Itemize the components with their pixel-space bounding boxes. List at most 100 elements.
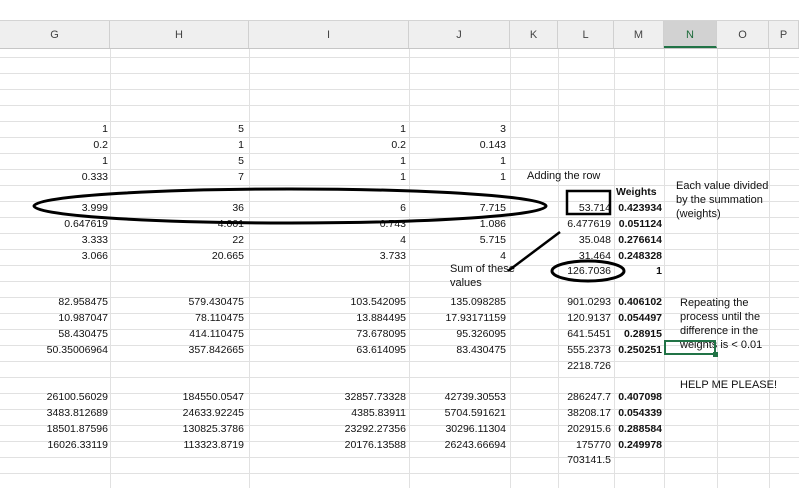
cell[interactable]: 83.430475 (420, 342, 506, 358)
cell[interactable]: 23292.27356 (320, 421, 406, 437)
cell[interactable]: 20176.13588 (320, 437, 406, 453)
cell[interactable]: 0.051124 (612, 216, 662, 232)
cell[interactable]: 6.477619 (560, 216, 611, 232)
col-header-k[interactable]: K (510, 21, 558, 48)
cell[interactable]: 16026.33119 (30, 437, 108, 453)
cell[interactable]: 1 (420, 169, 506, 185)
cell[interactable]: 63.614095 (320, 342, 406, 358)
cell[interactable]: 42739.30553 (420, 389, 506, 405)
cell[interactable]: 20.665 (160, 248, 244, 264)
cell[interactable]: 26100.56029 (30, 389, 108, 405)
cell[interactable]: 30296.11304 (420, 421, 506, 437)
col-header-n[interactable]: N (664, 21, 717, 48)
cell[interactable]: 1 (420, 153, 506, 169)
col-header-j[interactable]: J (409, 21, 510, 48)
col-header-g[interactable]: G (0, 21, 110, 48)
col-header-o[interactable]: O (717, 21, 769, 48)
col-header-l[interactable]: L (558, 21, 614, 48)
sum-cell[interactable]: 703141.5 (560, 452, 611, 468)
cell[interactable]: 0.743 (320, 216, 406, 232)
cell[interactable]: 130825.3786 (160, 421, 244, 437)
cell[interactable]: 120.9137 (560, 310, 611, 326)
cell[interactable]: 95.326095 (420, 326, 506, 342)
cell[interactable]: 26243.66694 (420, 437, 506, 453)
cell[interactable]: 103.542095 (320, 294, 406, 310)
cell[interactable]: 0.248328 (612, 248, 662, 264)
cell[interactable]: 1 (320, 121, 406, 137)
cell[interactable]: 36 (160, 200, 244, 216)
cell[interactable]: 0.143 (420, 137, 506, 153)
cell[interactable]: 1.086 (420, 216, 506, 232)
cell[interactable]: 1 (160, 137, 244, 153)
fill-handle[interactable] (713, 352, 718, 357)
cell[interactable]: 1 (320, 153, 406, 169)
cell[interactable]: 4385.83911 (320, 405, 406, 421)
cell[interactable]: 6 (320, 200, 406, 216)
cell[interactable]: 3.333 (30, 232, 108, 248)
cell[interactable]: 73.678095 (320, 326, 406, 342)
cell[interactable]: 0.406102 (612, 294, 662, 310)
weight-sum-cell[interactable]: 1 (612, 263, 662, 279)
cell[interactable]: 18501.87596 (30, 421, 108, 437)
cell[interactable]: 38208.17 (560, 405, 611, 421)
cell[interactable]: 135.098285 (420, 294, 506, 310)
cell[interactable]: 0.2 (30, 137, 108, 153)
cell[interactable]: 175770 (560, 437, 611, 453)
cell[interactable]: 113323.8719 (160, 437, 244, 453)
cell[interactable]: 3483.812689 (30, 405, 108, 421)
cell[interactable]: 58.430475 (30, 326, 108, 342)
cell[interactable]: 0.249978 (612, 437, 662, 453)
cell[interactable]: 0.276614 (612, 232, 662, 248)
cell[interactable]: 1 (30, 121, 108, 137)
col-header-h[interactable]: H (110, 21, 249, 48)
cell[interactable]: 78.110475 (160, 310, 244, 326)
col-header-i[interactable]: I (249, 21, 409, 48)
cell[interactable]: 5704.591621 (420, 405, 506, 421)
cell[interactable]: 901.0293 (560, 294, 611, 310)
cell[interactable]: 1 (30, 153, 108, 169)
cell[interactable]: 414.110475 (160, 326, 244, 342)
cell[interactable]: 202915.6 (560, 421, 611, 437)
cell[interactable]: 3.066 (30, 248, 108, 264)
cell[interactable]: 31.464 (560, 248, 611, 264)
cell[interactable]: 50.35006964 (30, 342, 108, 358)
cell[interactable]: 82.958475 (30, 294, 108, 310)
cell[interactable]: 7.715 (420, 200, 506, 216)
cell[interactable]: 5 (160, 121, 244, 137)
cell[interactable]: 555.2373 (560, 342, 611, 358)
cell[interactable]: 3.999 (30, 200, 108, 216)
cell[interactable]: 17.93171159 (420, 310, 506, 326)
cell[interactable]: 357.842665 (160, 342, 244, 358)
cell[interactable]: 4 (320, 232, 406, 248)
sum-cell[interactable]: 126.7036 (560, 263, 611, 279)
cell[interactable]: 13.884495 (320, 310, 406, 326)
cell[interactable]: 10.987047 (30, 310, 108, 326)
cell[interactable]: 7 (160, 169, 244, 185)
cell[interactable]: 35.048 (560, 232, 611, 248)
cell[interactable]: 32857.73328 (320, 389, 406, 405)
cell[interactable]: 641.5451 (560, 326, 611, 342)
cell[interactable]: 5.715 (420, 232, 506, 248)
cell[interactable]: 579.430475 (160, 294, 244, 310)
cell[interactable]: 53.714 (560, 200, 611, 216)
cell[interactable]: 1 (320, 169, 406, 185)
cell[interactable]: 24633.92245 (160, 405, 244, 421)
cell[interactable]: 0.2 (320, 137, 406, 153)
cell[interactable]: 0.250251 (612, 342, 662, 358)
cell[interactable]: 0.288584 (612, 421, 662, 437)
cell[interactable]: 0.407098 (612, 389, 662, 405)
cell[interactable]: 4.001 (160, 216, 244, 232)
cell[interactable]: 5 (160, 153, 244, 169)
selected-cell[interactable] (664, 340, 716, 355)
cell[interactable]: 0.054497 (612, 310, 662, 326)
cell[interactable]: 0.647619 (30, 216, 108, 232)
cell[interactable]: 3 (420, 121, 506, 137)
cell[interactable]: 0.28915 (612, 326, 662, 342)
col-header-p[interactable]: P (769, 21, 799, 48)
cell[interactable]: 0.423934 (612, 200, 662, 216)
cell[interactable]: 3.733 (320, 248, 406, 264)
cell[interactable]: 0.333 (30, 169, 108, 185)
cell[interactable]: 286247.7 (560, 389, 611, 405)
sum-cell[interactable]: 2218.726 (560, 358, 611, 374)
cell[interactable]: 22 (160, 232, 244, 248)
